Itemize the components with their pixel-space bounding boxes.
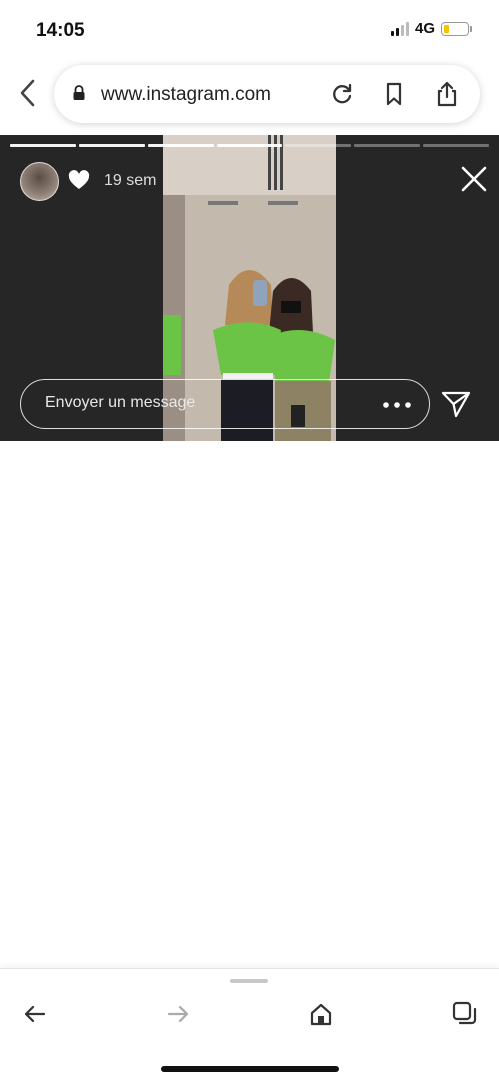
- back-arrow-icon[interactable]: [14, 76, 42, 110]
- story-progress-bar: [10, 144, 490, 147]
- home-icon[interactable]: [308, 1001, 334, 1027]
- progress-segment: [354, 144, 421, 147]
- status-time: 14:05: [36, 20, 85, 41]
- progress-segment: [78, 144, 145, 147]
- reload-icon[interactable]: [329, 81, 355, 107]
- more-dots-icon[interactable]: [383, 402, 411, 408]
- back-icon[interactable]: [22, 1001, 48, 1027]
- battery-icon: [441, 21, 472, 36]
- progress-segment: [285, 144, 352, 147]
- story-time-ago: 19 sem: [104, 172, 157, 189]
- cellular-signal-icon: [390, 21, 409, 36]
- lock-icon: [73, 85, 85, 100]
- status-indicators: 4G: [390, 20, 472, 37]
- forward-icon[interactable]: [165, 1001, 191, 1027]
- reply-message-input[interactable]: Envoyer un message: [20, 379, 430, 429]
- share-icon[interactable]: [434, 81, 460, 107]
- status-bar: 14:05 4G: [0, 0, 499, 58]
- close-icon[interactable]: [459, 164, 489, 194]
- progress-segment: [10, 144, 76, 147]
- reply-placeholder: Envoyer un message: [45, 394, 196, 411]
- url-text: www.instagram.com: [101, 84, 271, 105]
- progress-segment: [147, 144, 214, 147]
- browser-toolbar: [0, 968, 499, 1081]
- address-bar[interactable]: www.instagram.com: [54, 65, 480, 123]
- browser-nav-bar: www.instagram.com: [0, 62, 499, 126]
- progress-segment: [216, 144, 283, 147]
- home-indicator: [161, 1066, 339, 1072]
- bookmark-icon[interactable]: [381, 81, 407, 107]
- toolbar-grab-handle[interactable]: [230, 979, 268, 983]
- network-type: 4G: [414, 20, 435, 37]
- progress-segment: [423, 144, 490, 147]
- story-avatar[interactable]: [20, 162, 59, 201]
- story-viewer[interactable]: 19 sem Envoyer un message: [0, 135, 499, 441]
- send-icon[interactable]: [441, 390, 471, 418]
- tabs-icon[interactable]: [452, 1001, 478, 1027]
- heart-icon[interactable]: [68, 170, 90, 190]
